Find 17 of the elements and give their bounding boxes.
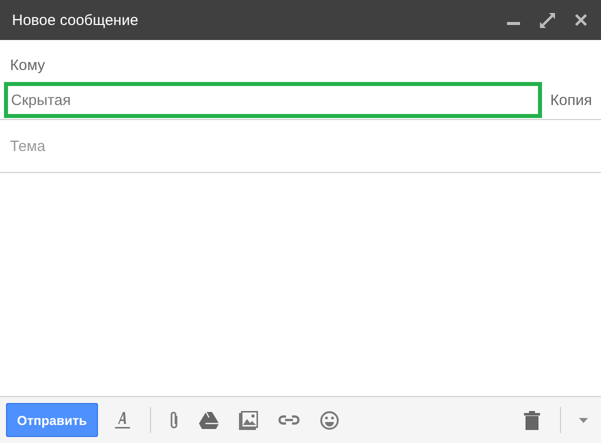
close-icon[interactable] — [575, 14, 587, 26]
bcc-field[interactable]: Скрытая — [4, 82, 542, 118]
minimize-icon[interactable] — [507, 22, 520, 26]
trash-icon[interactable] — [524, 410, 540, 430]
smiley-icon[interactable] — [320, 410, 339, 430]
caret-icon[interactable] — [579, 418, 588, 422]
triangle-icon[interactable] — [198, 412, 219, 428]
text-format-icon[interactable] — [114, 411, 130, 429]
link-icon[interactable] — [278, 415, 300, 425]
paperclip-icon[interactable] — [168, 410, 179, 430]
cc-link[interactable]: Копия — [550, 92, 592, 108]
send-button[interactable]: Отправить — [6, 403, 98, 437]
window-title: Новое сообщение — [12, 12, 138, 28]
subject-field[interactable]: Тема — [10, 138, 591, 154]
to-field-label[interactable]: Кому — [10, 57, 46, 74]
expand-icon[interactable] — [540, 12, 555, 28]
image-icon[interactable] — [238, 410, 258, 430]
